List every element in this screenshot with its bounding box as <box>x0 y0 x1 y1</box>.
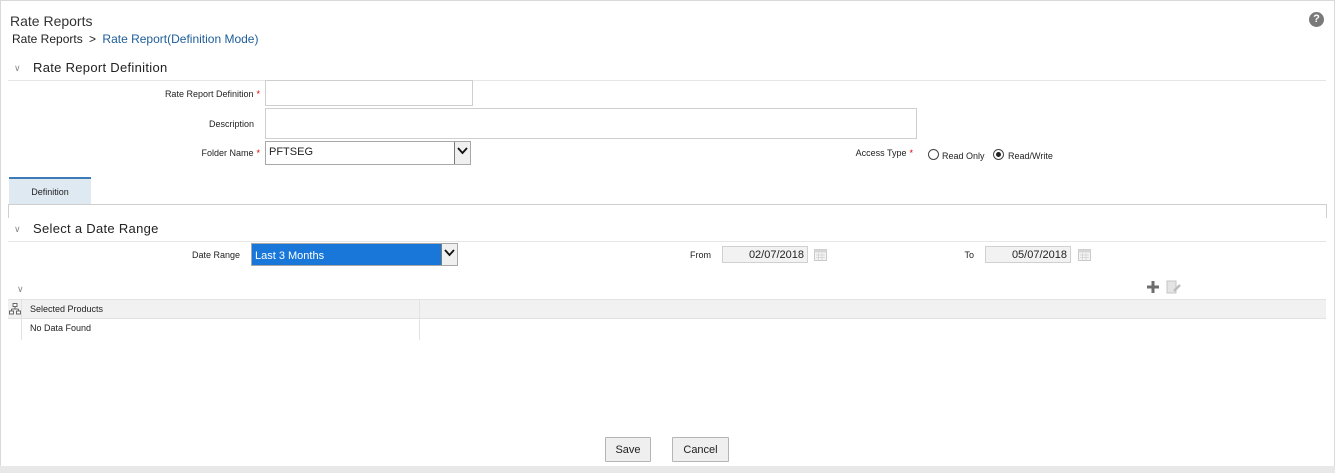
from-label: From <box>690 250 711 260</box>
date-range-section-header[interactable]: ∨ Select a Date Range <box>8 221 1326 242</box>
chevron-down-icon[interactable]: ∨ <box>17 284 24 295</box>
folder-name-value: PFTSEG <box>269 146 314 158</box>
breadcrumb-root[interactable]: Rate Reports <box>12 32 83 46</box>
help-icon[interactable]: ? <box>1309 12 1324 27</box>
tab-panel <box>8 204 1327 218</box>
read-only-label: Read Only <box>942 151 985 161</box>
products-grid-header: Selected Products <box>8 299 1326 319</box>
calendar-icon[interactable] <box>1078 248 1091 261</box>
breadcrumb: Rate Reports > Rate Report(Definition Mo… <box>12 32 258 46</box>
read-only-radio[interactable] <box>928 149 939 160</box>
chevron-down-icon[interactable]: ∨ <box>14 63 21 74</box>
date-range-select[interactable]: Last 3 Months <box>251 243 458 266</box>
to-date-field[interactable]: 05/07/2018 <box>985 246 1071 263</box>
table-row: No Data Found <box>21 318 420 340</box>
calendar-icon[interactable] <box>814 248 827 261</box>
tab-definition[interactable]: Definition <box>9 177 91 205</box>
selected-products-column: Selected Products <box>21 300 420 318</box>
rate-report-definition-label: Rate Report Definition * <box>164 89 260 99</box>
chevron-down-icon[interactable]: ∨ <box>14 224 21 235</box>
read-write-radio[interactable] <box>993 149 1004 160</box>
read-write-label: Read/Write <box>1008 151 1053 161</box>
definition-section-header[interactable]: ∨ Rate Report Definition <box>8 60 1326 81</box>
folder-name-label: Folder Name * <box>201 148 260 158</box>
cancel-button[interactable]: Cancel <box>672 437 729 462</box>
date-range-label: Date Range <box>191 250 240 260</box>
required-marker: * <box>256 89 260 99</box>
date-range-section-title: Select a Date Range <box>33 221 159 236</box>
access-type-label: Access Type * <box>855 148 913 158</box>
chevron-down-icon[interactable] <box>441 244 457 265</box>
description-label: Description <box>208 119 254 129</box>
selected-products-header: Selected Products <box>30 304 104 314</box>
edit-icon[interactable] <box>1166 280 1182 294</box>
folder-name-select[interactable]: PFTSEG <box>265 141 471 165</box>
breadcrumb-separator: > <box>89 32 97 46</box>
bottom-strip <box>0 466 1335 473</box>
date-range-value: Last 3 Months <box>252 244 441 265</box>
from-date-field[interactable]: 02/07/2018 <box>722 246 808 263</box>
hierarchy-icon[interactable] <box>9 303 21 315</box>
rate-report-definition-input[interactable] <box>265 80 473 106</box>
chevron-down-icon[interactable] <box>454 142 470 164</box>
add-icon[interactable] <box>1146 280 1160 294</box>
to-label: To <box>964 250 974 260</box>
required-marker: * <box>909 148 913 158</box>
save-button[interactable]: Save <box>605 437 651 462</box>
definition-section-title: Rate Report Definition <box>33 60 168 75</box>
no-data-text: No Data Found <box>30 323 92 333</box>
page-title: Rate Reports <box>10 13 93 29</box>
description-input[interactable] <box>265 108 917 139</box>
required-marker: * <box>256 148 260 158</box>
breadcrumb-current[interactable]: Rate Report(Definition Mode) <box>102 32 258 46</box>
